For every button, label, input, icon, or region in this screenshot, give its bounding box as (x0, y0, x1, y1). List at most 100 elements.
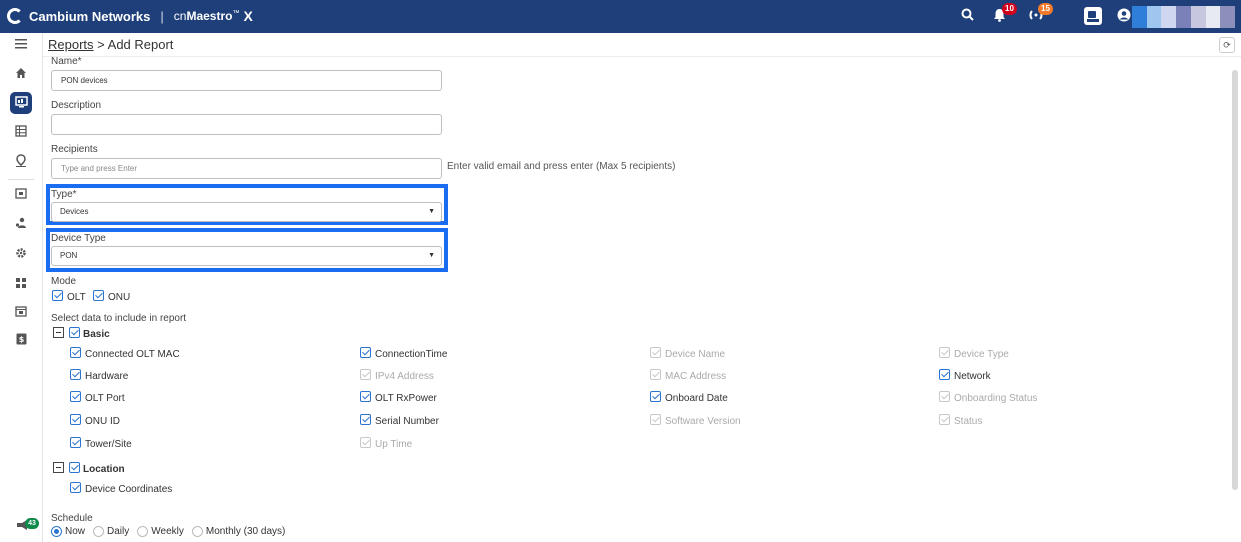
user-color-block (1220, 6, 1236, 28)
type-label: Type* (51, 189, 77, 200)
checkbox-checked-icon[interactable] (93, 290, 104, 301)
user-color-block (1190, 6, 1206, 28)
apps-icon[interactable] (10, 273, 32, 295)
calendar-icon[interactable] (10, 301, 32, 323)
breadcrumb-reports-link[interactable]: Reports (48, 37, 94, 52)
recipients-label: Recipients (51, 144, 98, 155)
user-color-block (1205, 6, 1221, 28)
field-device-name: Device Name (650, 347, 725, 360)
monitor-icon[interactable] (10, 92, 32, 114)
mode-label: Mode (51, 276, 77, 287)
field-olt-rxpower[interactable]: OLT RxPower (360, 391, 437, 404)
field-connectiontime[interactable]: ConnectionTime (360, 347, 447, 360)
field-device-coordinates[interactable]: Device Coordinates (70, 482, 172, 495)
svg-text:$: $ (18, 335, 24, 344)
gear-icon[interactable] (10, 243, 32, 265)
recipients-input[interactable] (51, 158, 442, 179)
checkbox-checked-icon[interactable] (52, 290, 63, 301)
field-tower-site[interactable]: Tower/Site (70, 437, 132, 450)
collapse-minus-icon[interactable] (53, 462, 64, 473)
page-scrollbar[interactable] (1232, 70, 1238, 490)
field-onboarding-status: Onboarding Status (939, 391, 1037, 404)
radio-icon[interactable] (191, 526, 203, 537)
schedule-label: Schedule (51, 513, 93, 524)
caret-down-icon: ▼ (428, 252, 435, 259)
type-select[interactable]: Devices ▼ (51, 202, 442, 222)
name-label: Name* (51, 56, 82, 67)
search-icon[interactable] (961, 8, 974, 24)
caret-down-icon: ▼ (428, 208, 435, 215)
brand-separator: | (160, 8, 164, 24)
breadcrumb-separator: > (97, 37, 105, 52)
sidebar: $ 43 (0, 33, 43, 542)
field-software-version: Software Version (650, 414, 741, 427)
schedule-option-weekly[interactable]: Weekly (137, 526, 184, 537)
field-device-type: Device Type (939, 347, 1009, 360)
location-group-header[interactable]: Location (53, 462, 125, 475)
select-data-label: Select data to include in report (51, 313, 187, 324)
type-select-value: Devices (60, 207, 89, 216)
user-color-block (1132, 6, 1147, 28)
dollar-icon[interactable]: $ (10, 329, 32, 351)
sidebar-divider (8, 179, 34, 180)
home-icon[interactable] (10, 63, 32, 85)
user-avatar-icon[interactable] (1117, 8, 1131, 25)
schedule-option-monthly[interactable]: Monthly (30 days) (191, 526, 285, 537)
field-network[interactable]: Network (939, 369, 991, 382)
field-onboard-date[interactable]: Onboard Date (650, 391, 728, 404)
description-input[interactable] (51, 114, 442, 135)
basic-group-header[interactable]: Basic (53, 327, 110, 340)
recipients-hint: Enter valid email and press enter (Max 5… (447, 161, 676, 172)
device-type-select[interactable]: PON ▼ (51, 246, 442, 266)
mode-option-onu[interactable]: ONU (93, 290, 130, 303)
breadcrumb: Reports > Add Report (48, 37, 173, 52)
top-bar: Cambium Networks | cnMaestro™ X 10 15 (0, 0, 1241, 33)
field-mac-address: MAC Address (650, 369, 726, 382)
refresh-icon: ⟳ (1223, 40, 1231, 50)
events-count-badge: 15 (1038, 3, 1053, 15)
radio-icon[interactable] (137, 526, 149, 537)
alerts-bell-icon[interactable]: 10 (993, 3, 1017, 25)
box-icon[interactable] (10, 183, 32, 205)
device-type-select-value: PON (60, 251, 78, 260)
refresh-button[interactable]: ⟳ (1219, 37, 1235, 53)
field-hardware[interactable]: Hardware (70, 369, 128, 382)
brand[interactable]: Cambium Networks | cnMaestro™ X (7, 8, 253, 24)
collapse-minus-icon[interactable] (53, 327, 64, 338)
brand-name: Cambium Networks (29, 8, 151, 24)
product-x: X (243, 8, 253, 24)
radio-icon[interactable] (93, 526, 105, 537)
field-onu-id[interactable]: ONU ID (70, 414, 120, 427)
mode-option-olt[interactable]: OLT (52, 290, 86, 303)
field-up-time: Up Time (360, 437, 412, 450)
radio-selected-icon[interactable] (51, 526, 62, 537)
checkbox-checked-icon[interactable] (69, 327, 80, 338)
user-color-block (1176, 6, 1191, 28)
field-olt-port[interactable]: OLT Port (70, 391, 125, 404)
user-color-block (1161, 6, 1177, 28)
schedule-option-now[interactable]: Now (51, 526, 85, 537)
users-icon[interactable] (10, 213, 32, 235)
description-label: Description (51, 100, 102, 111)
menu-icon[interactable] (10, 33, 32, 55)
user-color-block (1146, 6, 1162, 28)
chat-count-badge: 43 (25, 518, 39, 529)
device-type-label: Device Type (51, 233, 106, 244)
events-icon[interactable]: 15 (1029, 3, 1053, 25)
location-icon[interactable] (10, 151, 32, 173)
checkbox-checked-icon[interactable] (69, 462, 80, 473)
schedule-option-daily[interactable]: Daily (93, 526, 129, 537)
breadcrumb-current: Add Report (107, 37, 174, 52)
name-input[interactable]: PON devices (51, 70, 442, 91)
table-icon[interactable] (10, 121, 32, 143)
field-connected-olt-mac[interactable]: Connected OLT MAC (70, 347, 180, 360)
field-status: Status (939, 414, 982, 427)
field-serial-number[interactable]: Serial Number (360, 414, 439, 427)
user-name-block[interactable] (1132, 6, 1236, 28)
assistant-icon[interactable] (1083, 6, 1103, 29)
product-name: cnMaestro™ (173, 9, 240, 23)
schedule-radio-group: Now Daily Weekly Monthly (30 days) (51, 526, 293, 537)
alerts-count-badge: 10 (1002, 3, 1017, 15)
header-divider (43, 56, 1241, 57)
field-ipv4-address: IPv4 Address (360, 369, 434, 382)
